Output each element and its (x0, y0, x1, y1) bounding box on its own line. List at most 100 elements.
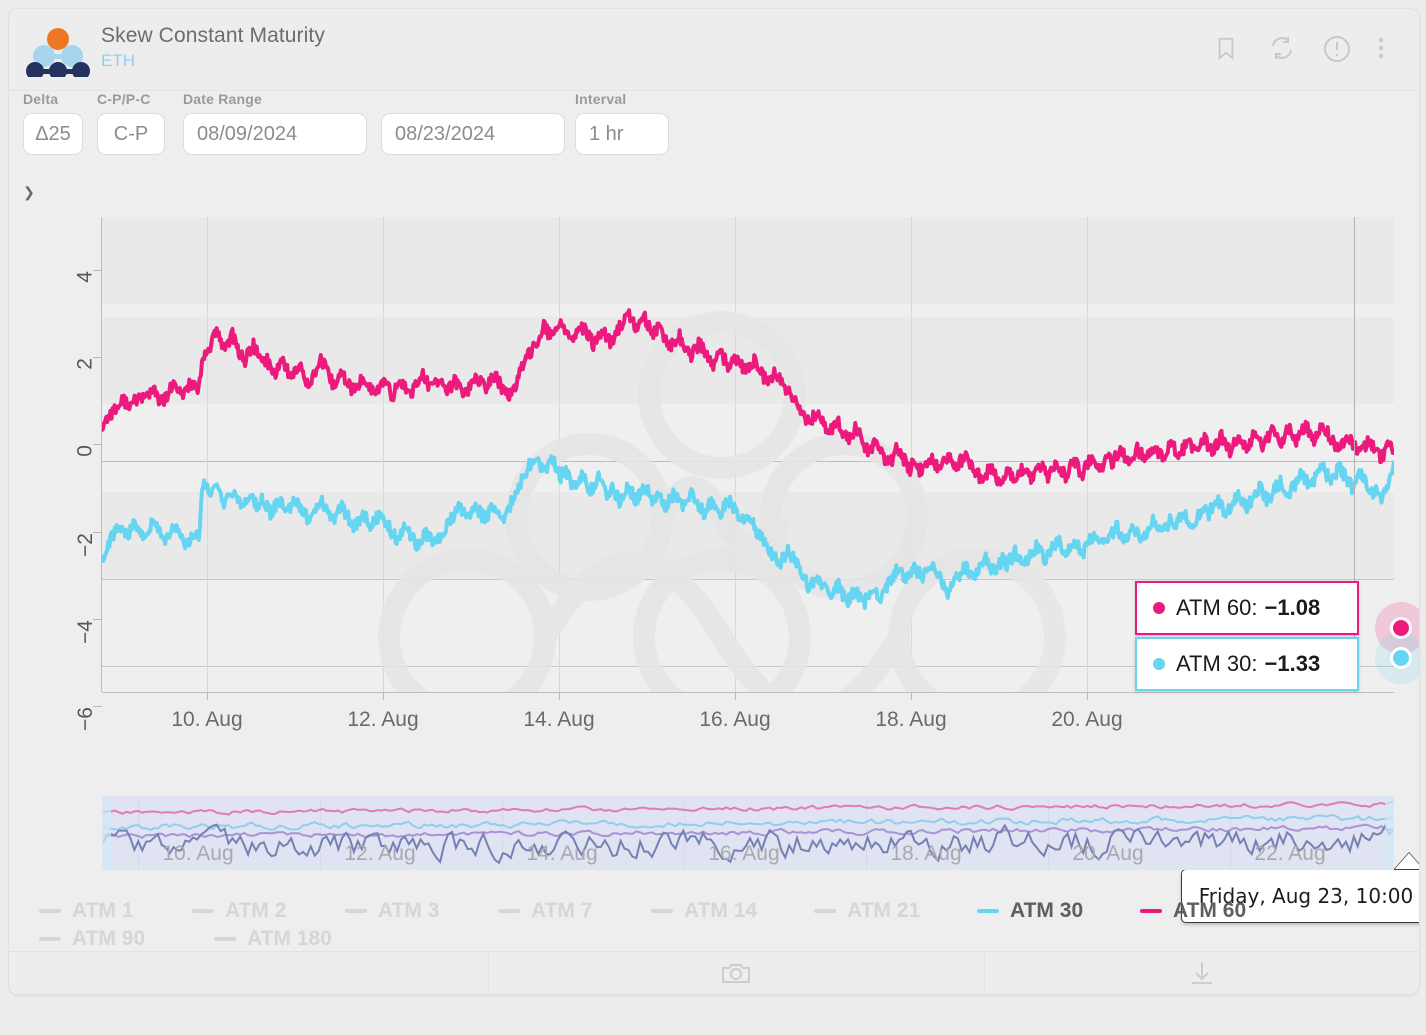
legend-item-atm-90[interactable]: ATM 90 (39, 927, 214, 951)
panel-header: Skew Constant Maturity ETH (9, 9, 1419, 91)
date-end-input[interactable]: 08/23/2024 (381, 113, 565, 155)
date-range-label: Date Range (183, 91, 263, 107)
y-axis-tick: −2 (9, 531, 102, 556)
x-axis-tick-label: 18. Aug (875, 708, 947, 731)
interval-select[interactable]: 1 hr (575, 113, 669, 155)
legend-label: ATM 21 (847, 899, 921, 922)
y-axis-tick-label: −2 (74, 532, 97, 557)
delta-select[interactable]: Δ25 (23, 113, 83, 155)
delta-label: Delta (23, 91, 59, 107)
legend-swatch (214, 937, 236, 941)
cp-control: C-P/P-C C-P (97, 91, 165, 155)
chart-panel: Skew Constant Maturity ETH Delta Δ25 C-P… (8, 8, 1420, 995)
refresh-icon[interactable] (1269, 35, 1295, 63)
legend-swatch (1140, 909, 1162, 913)
bookmark-icon[interactable] (1215, 35, 1241, 63)
legend-label: ATM 60 (1173, 899, 1247, 922)
legend-item-atm-7[interactable]: ATM 7 (498, 899, 651, 923)
legend-item-atm-30[interactable]: ATM 30 (977, 899, 1140, 923)
legend-item-atm-1[interactable]: ATM 1 (39, 899, 192, 923)
range-navigator[interactable]: 10. Aug 12. Aug 14. Aug 16. Aug 18. Aug 20. A… (102, 796, 1394, 870)
cp-select[interactable]: C-P (97, 113, 165, 155)
date-tooltip-arrow (1394, 853, 1419, 870)
y-axis-tick-label: 2 (74, 358, 97, 370)
camera-icon[interactable] (489, 952, 985, 994)
chart-legend: ATM 1 ATM 2 ATM 3 ATM 7 ATM 14 ATM 21 ATM 30 AT… (39, 899, 1389, 951)
page-title: Skew Constant Maturity (101, 24, 325, 47)
y-axis: 4 2 0 −2 −4 −6 (9, 217, 102, 731)
legend-swatch (345, 909, 367, 913)
legend-label: ATM 1 (72, 899, 134, 922)
controls-bar: Delta Δ25 C-P/P-C C-P Date Range 08/09/2… (9, 91, 1419, 173)
application-root: Skew Constant Maturity ETH Delta Δ25 C-P… (0, 0, 1426, 1035)
interval-label: Interval (575, 91, 627, 107)
tooltip-atm30-value: −1.33 (1264, 651, 1321, 676)
navigator-tick-label: 22. Aug (1254, 842, 1326, 865)
navigator-handle-left[interactable] (103, 797, 111, 869)
tooltip-atm30-label: ATM 30: (1176, 651, 1258, 676)
legend-swatch (498, 909, 520, 913)
y-axis-tick: −6 (9, 705, 102, 731)
navigator-tick-label: 16. Aug (708, 842, 780, 865)
navigator-handle-right[interactable] (1385, 797, 1393, 869)
tooltip-atm60: ATM 60: −1.08 (1135, 581, 1359, 635)
bottom-toolbar (9, 951, 1419, 994)
legend-item-atm-14[interactable]: ATM 14 (651, 899, 814, 923)
title-block: Skew Constant Maturity ETH (101, 23, 325, 72)
legend-label: ATM 180 (247, 927, 332, 950)
legend-row: ATM 90 ATM 180 (39, 927, 1389, 951)
download-icon[interactable] (985, 952, 1419, 994)
navigator-tick-label: 20. Aug (1072, 842, 1144, 865)
amberdata-logo-icon (22, 27, 94, 80)
x-axis-tick-label: 12. Aug (347, 708, 419, 731)
tooltip-atm30: ATM 30: −1.33 (1135, 637, 1359, 691)
legend-item-atm-2[interactable]: ATM 2 (192, 899, 345, 923)
legend-label: ATM 30 (1010, 899, 1084, 922)
y-axis-tick-label: 0 (74, 445, 97, 458)
x-axis-tick-label: 10. Aug (171, 708, 243, 731)
legend-item-atm-21[interactable]: ATM 21 (814, 899, 977, 923)
legend-swatch (651, 909, 673, 913)
legend-item-atm-180[interactable]: ATM 180 (214, 927, 389, 951)
legend-label: ATM 14 (684, 899, 758, 922)
x-axis-tick-label: 20. Aug (1051, 708, 1123, 731)
legend-swatch (39, 937, 61, 941)
navigator-tick-label: 18. Aug (890, 842, 962, 865)
legend-swatch (192, 909, 214, 913)
asset-symbol[interactable]: ETH (101, 50, 325, 72)
y-axis-tick: 0 (9, 444, 102, 457)
tooltip-atm30-dot (1153, 658, 1165, 670)
x-axis-tick-label: 14. Aug (523, 708, 595, 731)
y-axis-tick: 2 (9, 357, 102, 370)
delta-control: Delta Δ25 (23, 91, 83, 155)
legend-row: ATM 1 ATM 2 ATM 3 ATM 7 ATM 14 ATM 21 ATM 30 AT… (39, 899, 1389, 923)
y-axis-tick-label: 4 (74, 271, 97, 283)
tooltip-atm60-value: −1.08 (1264, 595, 1321, 620)
interval-control: Interval 1 hr (575, 91, 669, 155)
atm60-point (1390, 617, 1412, 639)
navigator-tick-label: 12. Aug (344, 842, 416, 865)
y-axis-tick: −4 (9, 618, 102, 644)
tooltip-atm60-dot (1153, 602, 1165, 614)
chart-container: 4 2 0 −2 −4 −6 10. Aug 12. Aug 14. Aug 1… (9, 177, 1419, 923)
alert-icon[interactable] (1323, 35, 1350, 63)
legend-item-atm-3[interactable]: ATM 3 (345, 899, 498, 923)
legend-item-atm-60[interactable]: ATM 60 (1140, 899, 1303, 923)
toolbar-spacer-left (9, 952, 489, 994)
x-axis: 10. Aug 12. Aug 14. Aug 16. Aug 18. Aug 20. A… (102, 692, 1394, 742)
legend-label: ATM 2 (225, 899, 287, 922)
tooltip-atm60-label: ATM 60: (1176, 595, 1258, 620)
y-axis-tick: 4 (9, 270, 102, 283)
x-axis-line (102, 692, 1394, 693)
more-vertical-icon[interactable] (1377, 35, 1403, 63)
legend-swatch (977, 909, 999, 913)
x-axis-tick-label: 16. Aug (699, 708, 771, 731)
legend-label: ATM 90 (72, 927, 146, 950)
legend-label: ATM 3 (378, 899, 440, 922)
legend-swatch (814, 909, 836, 913)
header-actions (1215, 35, 1403, 63)
date-start-input[interactable]: 08/09/2024 (183, 113, 367, 155)
cp-label: C-P/P-C (97, 91, 151, 107)
series-line-atm-60 (102, 308, 1394, 487)
navigator-tick-label: 10. Aug (162, 842, 234, 865)
